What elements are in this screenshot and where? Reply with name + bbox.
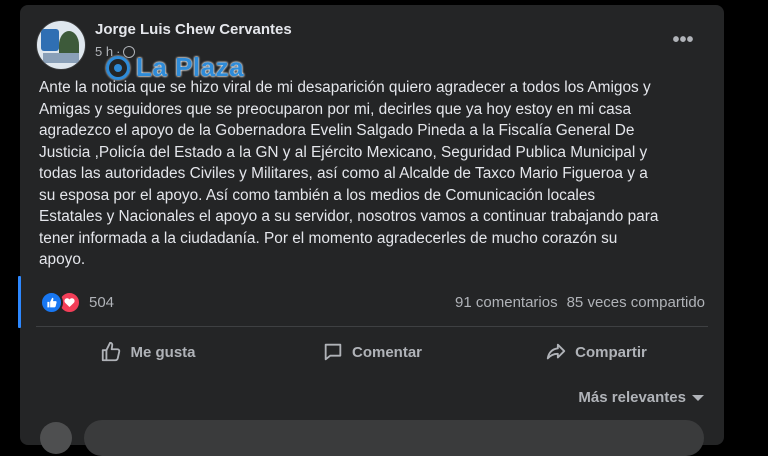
like-button[interactable]: Me gusta [36,333,260,371]
post-stats: 91 comentarios 85 veces compartido [455,294,705,311]
thumbs-up-icon [102,341,121,362]
focus-indicator [18,276,21,328]
like-reaction-icon [40,291,63,314]
shares-count[interactable]: 85 veces compartido [567,294,705,311]
post-text: Ante la noticia que se hizo viral de mi … [39,79,659,268]
action-bar: Me gusta Comentar Compartir [36,333,708,371]
chevron-down-icon [692,394,704,401]
reaction-count[interactable]: 504 [89,294,114,311]
author-name[interactable]: Jorge Luis Chew Cervantes [95,21,292,38]
comments-sort-dropdown[interactable]: Más relevantes [578,389,704,406]
comments-count[interactable]: 91 comentarios [455,294,558,311]
sort-label: Más relevantes [578,389,686,406]
watermark-logo-icon [106,55,130,80]
author-avatar[interactable] [36,20,86,70]
commenter-avatar [40,422,72,454]
comment-input[interactable] [84,420,704,456]
comment-button[interactable]: Comentar [260,333,484,371]
share-button[interactable]: Compartir [484,333,708,371]
share-arrow-icon [546,343,566,360]
more-options-button[interactable]: ••• [668,28,698,54]
divider [36,326,708,327]
comment-bubble-icon [324,343,342,361]
like-button-label: Me gusta [130,343,196,361]
comment-button-label: Comentar [351,343,422,361]
share-button-label: Compartir [575,343,647,361]
reactions-summary[interactable]: 504 [40,291,114,314]
